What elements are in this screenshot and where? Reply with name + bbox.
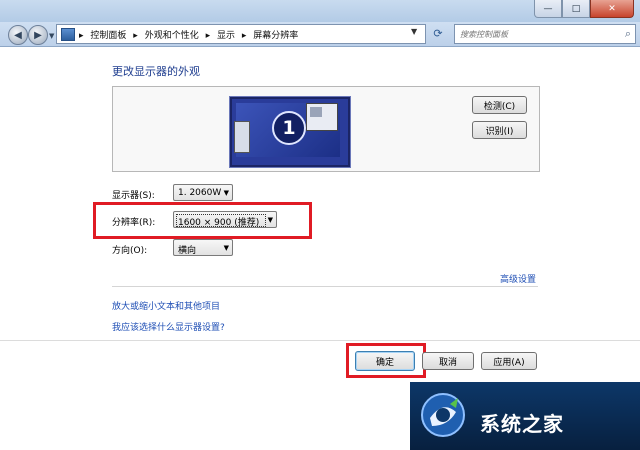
page-title: 更改显示器的外观 bbox=[112, 65, 200, 78]
which-settings-link[interactable]: 我应该选择什么显示器设置? bbox=[112, 320, 225, 333]
monitor-number-badge: 1 bbox=[272, 111, 306, 145]
breadcrumb-item-screen-resolution[interactable]: 屏幕分辨率 bbox=[253, 31, 298, 41]
refresh-icon[interactable]: ⟳ bbox=[428, 24, 448, 42]
watermark-logo-icon bbox=[421, 393, 465, 437]
monitor-icon[interactable]: 1 bbox=[229, 96, 351, 168]
computer-tower-icon bbox=[234, 121, 250, 153]
apply-button[interactable]: 应用(A) bbox=[481, 352, 537, 370]
divider bbox=[112, 286, 538, 287]
close-button[interactable]: ✕ bbox=[590, 0, 634, 18]
breadcrumb-separator-icon[interactable]: ▸ bbox=[133, 31, 138, 41]
recent-pages-dropdown-icon[interactable]: ▼ bbox=[49, 32, 54, 40]
search-input[interactable] bbox=[458, 26, 612, 42]
display-select-value: 1. 2060W bbox=[178, 188, 222, 198]
enlarge-text-link[interactable]: 放大或缩小文本和其他项目 bbox=[112, 299, 220, 312]
minimize-button[interactable]: — bbox=[534, 0, 562, 18]
search-icon[interactable]: ⌕ bbox=[625, 27, 631, 41]
breadcrumb-separator-icon[interactable]: ▸ bbox=[242, 31, 247, 41]
control-panel-icon bbox=[61, 28, 75, 41]
ok-highlight-box bbox=[346, 343, 426, 378]
back-button[interactable]: ◀ bbox=[8, 25, 28, 45]
breadcrumb-separator-icon[interactable]: ▸ bbox=[206, 31, 211, 41]
watermark-text: 系统之家 bbox=[480, 412, 564, 436]
breadcrumb-item-display[interactable]: 显示 bbox=[217, 31, 235, 41]
detect-button[interactable]: 检测(C) bbox=[472, 96, 527, 114]
breadcrumb-separator-icon[interactable]: ▸ bbox=[79, 31, 84, 41]
forward-button[interactable]: ▶ bbox=[28, 25, 48, 45]
orientation-select-value: 横向 bbox=[178, 246, 197, 256]
resolution-highlight-box bbox=[93, 202, 312, 239]
footer-divider bbox=[0, 340, 640, 341]
window-controls: — □ ✕ bbox=[534, 0, 634, 18]
breadcrumb-item-control-panel[interactable]: 控制面板 bbox=[90, 31, 126, 41]
chevron-down-icon: ▼ bbox=[223, 189, 229, 197]
advanced-settings-link[interactable]: 高级设置 bbox=[500, 272, 536, 285]
chevron-down-icon: ▼ bbox=[223, 244, 229, 252]
breadcrumb-item-appearance[interactable]: 外观和个性化 bbox=[145, 31, 199, 41]
cancel-button[interactable]: 取消 bbox=[422, 352, 474, 370]
identify-button[interactable]: 识别(I) bbox=[472, 121, 527, 139]
display-select[interactable]: 1. 2060W ▼ bbox=[173, 184, 233, 201]
display-label: 显示器(S): bbox=[112, 191, 155, 201]
search-box[interactable]: ⌕ bbox=[454, 24, 636, 44]
watermark-banner: 系统之家 bbox=[410, 382, 640, 450]
maximize-button[interactable]: □ bbox=[562, 0, 590, 18]
address-dropdown-icon[interactable]: ▼ bbox=[411, 27, 417, 36]
orientation-select[interactable]: 横向 ▼ bbox=[173, 239, 233, 256]
breadcrumb: ▸ 控制面板 ▸ 外观和个性化 ▸ 显示 ▸ 屏幕分辨率 bbox=[79, 28, 302, 41]
title-bar: — □ ✕ bbox=[0, 0, 640, 22]
address-bar[interactable]: ▸ 控制面板 ▸ 外观和个性化 ▸ 显示 ▸ 屏幕分辨率 ▼ bbox=[56, 24, 426, 44]
orientation-label: 方向(O): bbox=[112, 246, 148, 256]
window-thumbnail-icon bbox=[306, 103, 338, 131]
